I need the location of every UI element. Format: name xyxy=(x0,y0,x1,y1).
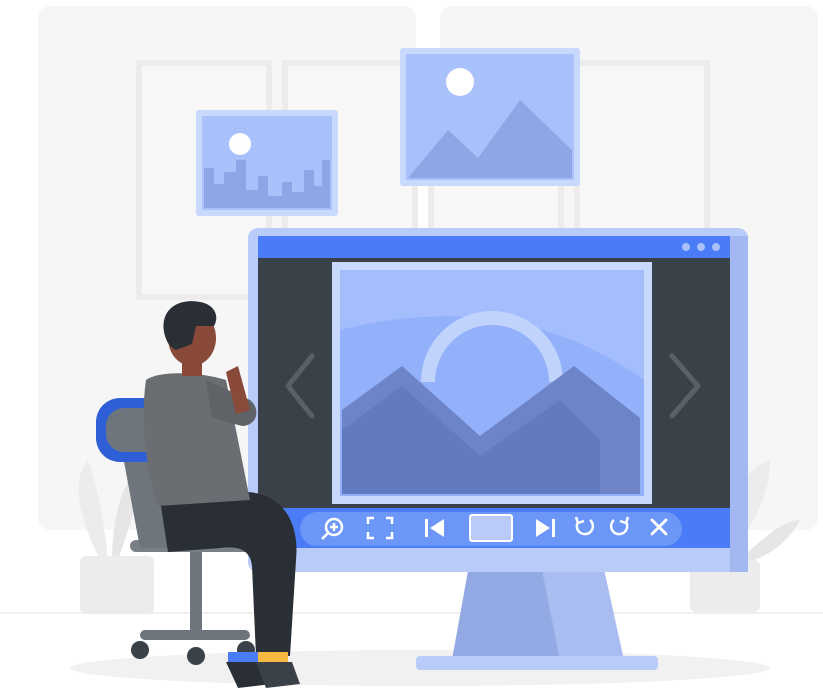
displayed-image xyxy=(332,262,652,504)
slideshow-frame-icon xyxy=(469,514,513,542)
landscape-picture xyxy=(400,48,580,186)
window-dot-3 xyxy=(712,243,720,251)
illustration-scene xyxy=(0,6,823,688)
viewer-toolbar xyxy=(300,512,682,546)
window-dot-1 xyxy=(682,243,690,251)
window-dot-2 xyxy=(697,243,705,251)
slideshow-frame-button[interactable] xyxy=(469,514,513,542)
city-skyline-picture xyxy=(196,110,338,216)
window-controls xyxy=(682,243,720,251)
